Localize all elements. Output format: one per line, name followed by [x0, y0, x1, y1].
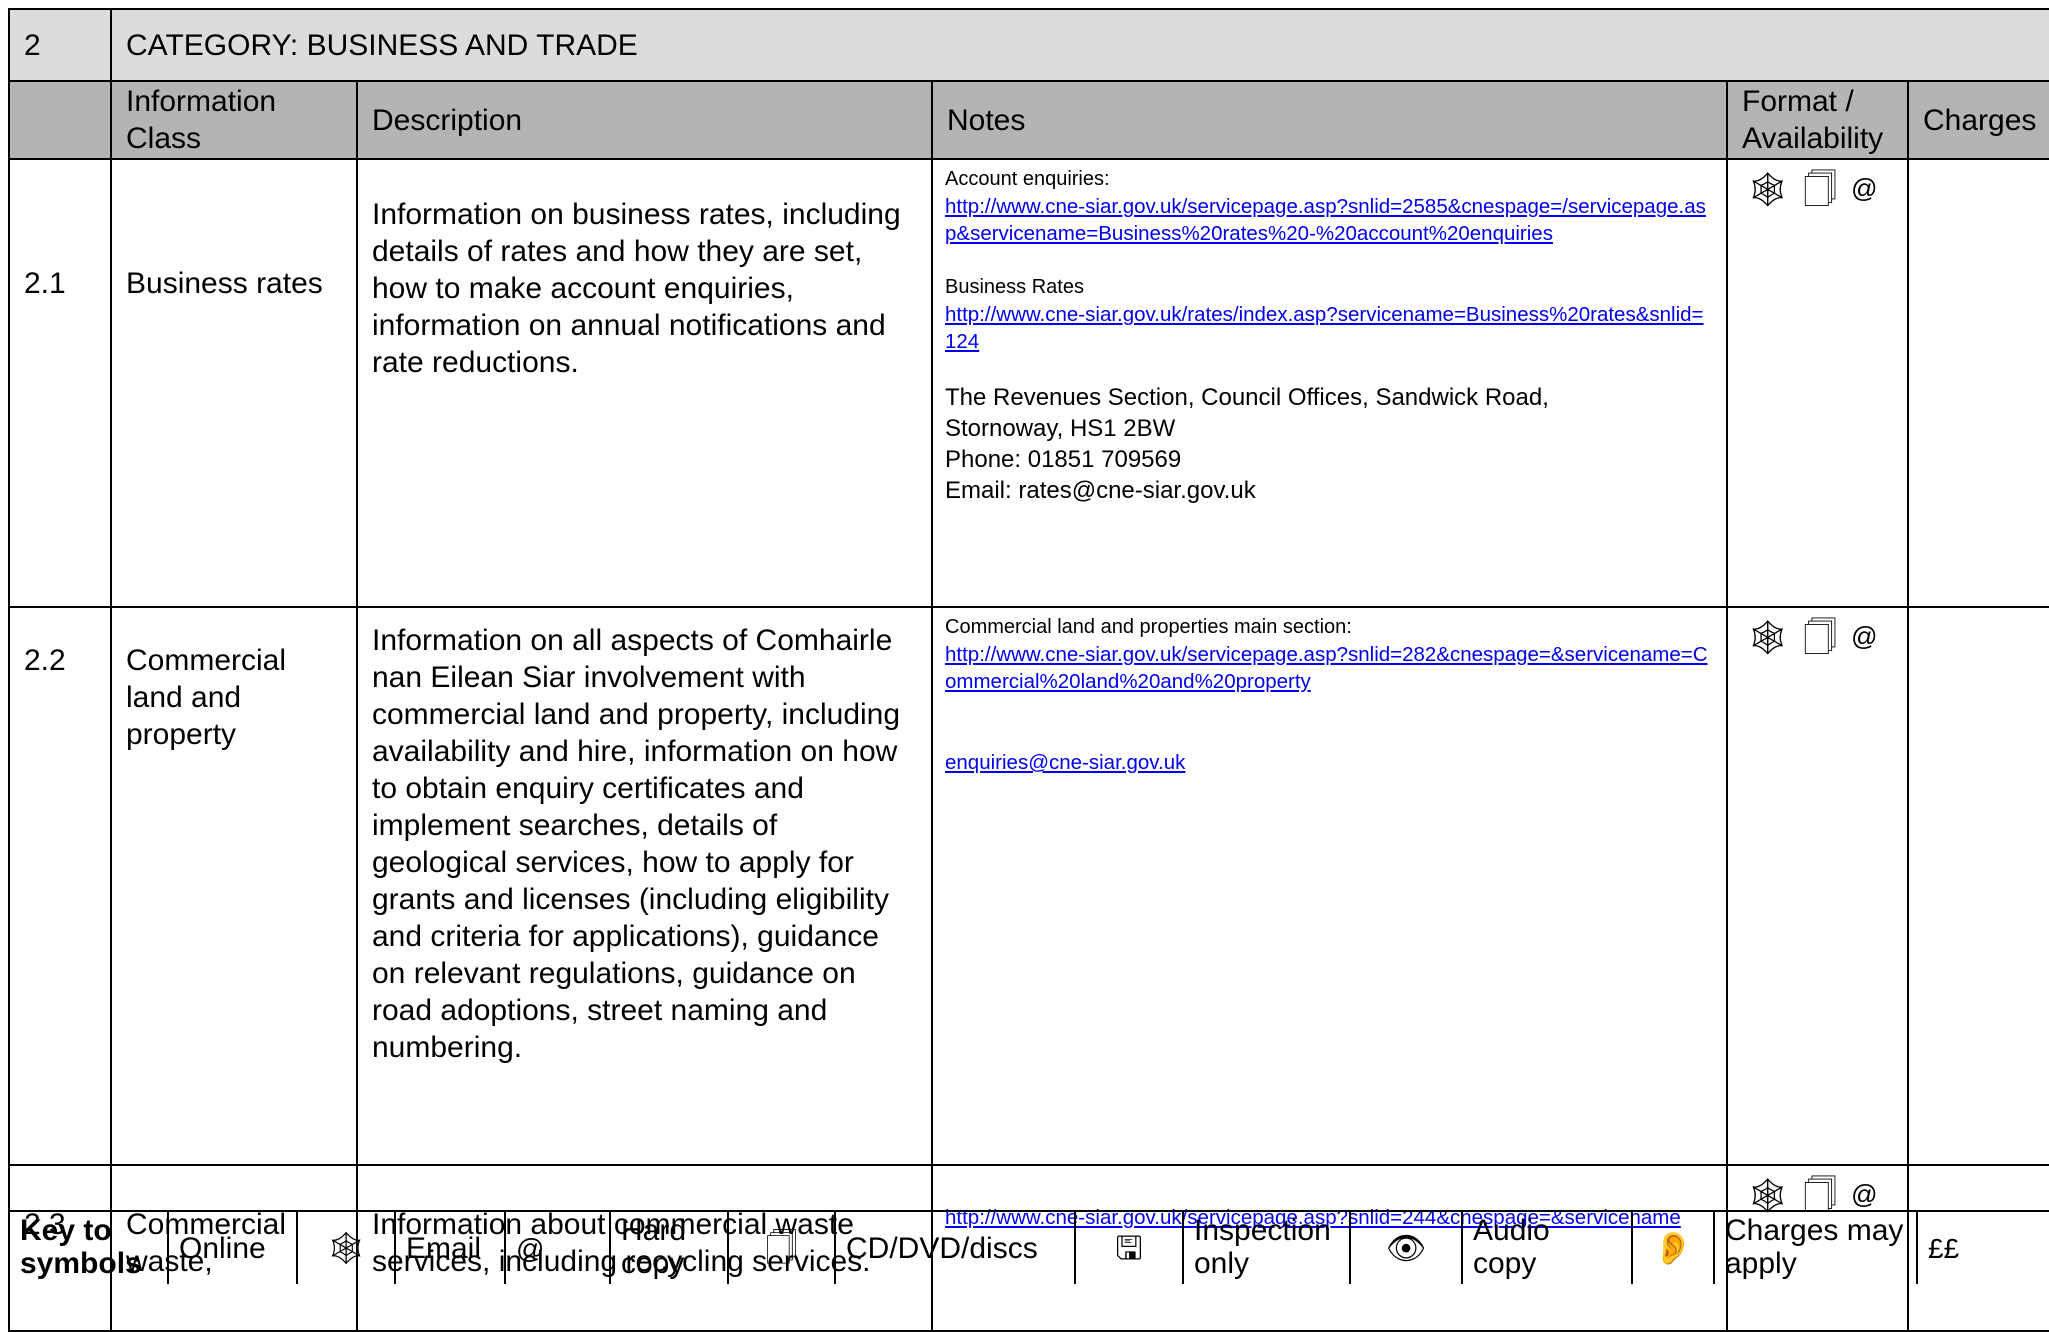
notes-label: Business Rates — [945, 276, 1084, 298]
online-icon: 🕸 — [1746, 619, 1790, 657]
email-icon: @ — [1851, 173, 1878, 203]
header-info-class: Information Class — [110, 80, 358, 160]
row-charges — [1906, 606, 2049, 1166]
row-info-class: Business rates — [110, 158, 358, 608]
header-blank — [8, 80, 112, 160]
email-icon: @ — [1851, 1179, 1878, 1209]
row-charges — [1906, 158, 2049, 608]
key-to-symbols: Key to symbols Online 🕸 Email @ Hard cop… — [8, 1210, 2049, 1284]
header-format: Format / Availability — [1726, 80, 1909, 160]
notes-link[interactable]: http://www.cne-siar.gov.uk/rates/index.a… — [945, 301, 1712, 355]
hard-copy-icon: 🗍 — [727, 1210, 836, 1284]
key-label: Inspection only — [1182, 1210, 1351, 1284]
online-icon: 🕸 — [296, 1210, 396, 1284]
category-row: 2 CATEGORY: BUSINESS AND TRADE — [8, 8, 2049, 82]
eye-icon: 👁 — [1349, 1210, 1463, 1284]
row-info-class-text: Business rates — [126, 266, 323, 300]
notes-link[interactable]: http://www.cne-siar.gov.uk/servicepage.a… — [945, 641, 1712, 695]
row-notes: Account enquiries: http://www.cne-siar.g… — [931, 158, 1728, 608]
row-number: 2.1 — [8, 158, 112, 608]
notes-label: Commercial land and properties main sect… — [945, 616, 1352, 638]
publication-scheme-table: 2 CATEGORY: BUSINESS AND TRADE Informati… — [8, 8, 2049, 1332]
row-description: Information on all aspects of Comhairle … — [356, 606, 933, 1166]
row-notes: Commercial land and properties main sect… — [931, 606, 1728, 1166]
notes-email: Email: rates@cne-siar.gov.uk — [945, 477, 1256, 504]
row-number: 2.2 — [8, 606, 112, 1166]
row-format: 🕸 🗍 @ — [1726, 606, 1909, 1166]
row-format: 🕸 🗍 @ — [1726, 158, 1909, 608]
key-label: Charges may apply — [1713, 1210, 1918, 1284]
charges-symbol: ££ — [1916, 1210, 2049, 1284]
category-number: 2 — [8, 8, 112, 82]
notes-link[interactable]: http://www.cne-siar.gov.uk/servicepage.a… — [945, 193, 1712, 247]
hard-copy-icon: 🗍 — [1803, 171, 1838, 209]
notes-phone: Phone: 01851 709569 — [945, 446, 1182, 473]
key-row: Key to symbols Online 🕸 Email @ Hard cop… — [8, 1210, 2049, 1284]
notes-label: Account enquiries: — [945, 168, 1110, 190]
header-row: Information Class Description Notes Form… — [8, 80, 2049, 160]
ear-icon: 👂 — [1631, 1210, 1715, 1284]
header-charges: Charges — [1906, 80, 2049, 160]
key-heading: Key to symbols — [8, 1210, 169, 1284]
header-description: Description — [356, 80, 933, 160]
key-label: Online — [167, 1210, 298, 1284]
key-label: Email — [394, 1210, 506, 1284]
row-info-class: Commercial land and property — [110, 606, 358, 1166]
row-description: Information on business rates, including… — [356, 158, 933, 608]
notes-email-link[interactable]: enquiries@cne-siar.gov.uk — [945, 749, 1712, 776]
key-label: CD/DVD/discs — [834, 1210, 1076, 1284]
category-title: CATEGORY: BUSINESS AND TRADE — [109, 8, 2049, 82]
email-icon: @ — [504, 1210, 611, 1284]
key-label: Audio copy — [1461, 1210, 1633, 1284]
hard-copy-icon: 🗍 — [1803, 619, 1838, 657]
table-row: 2.1 Business rates Information on busine… — [8, 158, 2049, 608]
row-number-text: 2.1 — [24, 266, 66, 300]
key-label: Hard copy — [609, 1210, 729, 1284]
header-notes: Notes — [931, 80, 1728, 160]
disc-icon: 🖫 — [1074, 1210, 1184, 1284]
table-row: 2.2 Commercial land and property Informa… — [8, 606, 2049, 1166]
online-icon: 🕸 — [1746, 171, 1790, 209]
notes-address-line: The Revenues Section, Council Offices, S… — [945, 384, 1549, 411]
email-icon: @ — [1851, 621, 1878, 651]
notes-address-line: Stornoway, HS1 2BW — [945, 415, 1176, 442]
